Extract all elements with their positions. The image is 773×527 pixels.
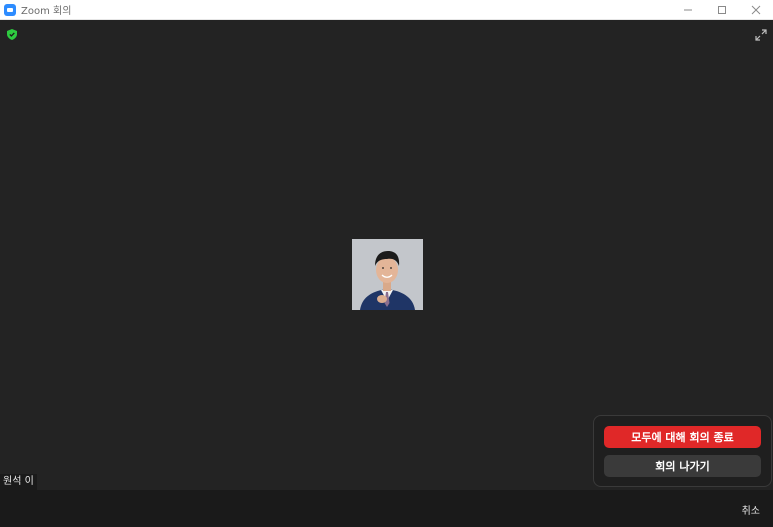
minimize-button[interactable] [671,0,705,20]
person-photo [352,239,423,310]
maximize-icon [718,6,726,14]
leave-meeting-button[interactable]: 회의 나가기 [604,455,761,477]
end-meeting-for-all-button[interactable]: 모두에 대해 회의 종료 [604,426,761,448]
window-controls [671,0,773,20]
close-button[interactable] [739,0,773,20]
participant-avatar [352,239,423,310]
shield-check-icon[interactable] [7,29,17,40]
bottom-toolbar: 취소 [0,490,773,527]
window-title: Zoom 회의 [21,6,72,17]
leave-meeting-popup: 모두에 대해 회의 종료 회의 나가기 [593,415,772,487]
zoom-meeting-window: Zoom 회의 원석 이 모두에 대해 회의 종료 회의 나가기 취소 [0,0,773,527]
expand-icon[interactable] [755,29,767,41]
cancel-button[interactable]: 취소 [742,502,760,517]
title-bar: Zoom 회의 [0,0,773,20]
zoom-app-icon [4,3,16,16]
close-icon [751,5,761,15]
maximize-button[interactable] [705,0,739,20]
participant-name-label: 원석 이 [0,474,37,490]
minimize-icon [684,9,692,11]
